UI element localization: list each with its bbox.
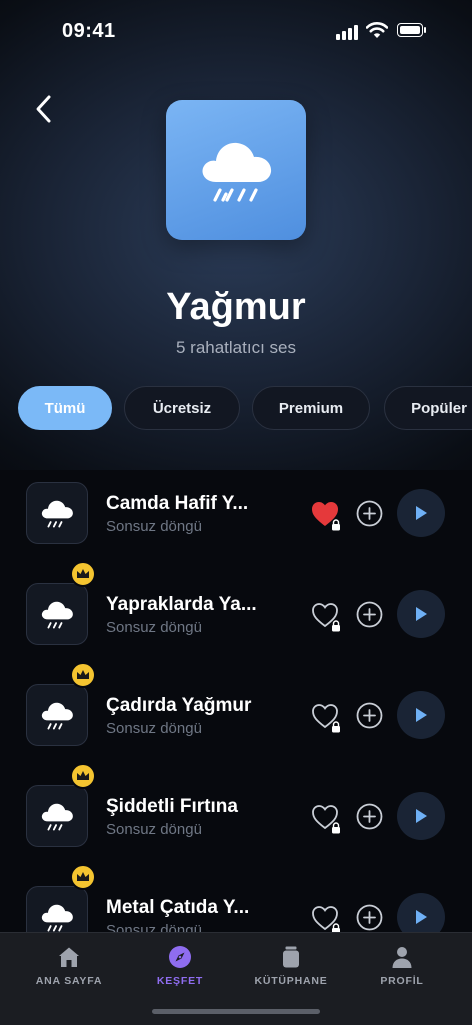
list-item[interactable]: Camda Hafif Y... Sonsuz döngü xyxy=(0,462,472,563)
rain-cloud-icon xyxy=(41,702,73,730)
sound-thumbnail xyxy=(26,785,88,847)
tab-discover[interactable]: KEŞFET xyxy=(130,945,230,995)
sound-subtitle: Sonsuz döngü xyxy=(106,720,202,737)
signal-icon xyxy=(336,24,360,40)
page-title: Yağmur xyxy=(166,286,306,328)
lock-icon xyxy=(332,519,340,531)
rain-cloud-icon xyxy=(41,904,73,932)
lock-icon xyxy=(332,923,340,932)
rain-cloud-icon xyxy=(41,803,73,831)
add-icon[interactable] xyxy=(356,803,383,830)
rain-cloud-icon xyxy=(41,500,73,528)
sound-title: Çadırda Yağmur xyxy=(106,695,252,716)
sound-subtitle: Sonsuz döngü xyxy=(106,922,202,932)
tab-label: KEŞFET xyxy=(156,975,204,987)
play-button[interactable] xyxy=(397,893,445,932)
crown-icon xyxy=(70,864,96,890)
tab-library[interactable]: KÜTÜPHANE xyxy=(241,945,341,995)
play-button[interactable] xyxy=(397,691,445,739)
list-item[interactable]: Yapraklarda Ya... Sonsuz döngü xyxy=(0,561,472,664)
sound-list: Camda Hafif Y... Sonsuz döngü Yapraklard… xyxy=(0,462,472,932)
tab-label: PROFİL xyxy=(380,975,424,987)
play-icon xyxy=(416,910,427,924)
tab-home[interactable]: ANA SAYFA xyxy=(19,945,119,995)
sound-thumbnail xyxy=(26,886,88,932)
rain-cloud-icon xyxy=(202,142,272,202)
add-icon[interactable] xyxy=(356,601,383,628)
add-icon[interactable] xyxy=(356,500,383,527)
play-icon xyxy=(416,506,427,520)
tab-label: ANA SAYFA xyxy=(35,975,103,987)
play-button[interactable] xyxy=(397,590,445,638)
filter-chip-premium[interactable]: Premium xyxy=(252,386,370,430)
profile-icon xyxy=(392,947,412,968)
sound-title: Şiddetli Fırtına xyxy=(106,796,238,817)
lock-icon xyxy=(332,822,340,834)
sound-subtitle: Sonsuz döngü xyxy=(106,619,202,636)
tab-label: KÜTÜPHANE xyxy=(254,975,328,987)
status-bar: 09:41 xyxy=(0,0,472,64)
sound-title: Camda Hafif Y... xyxy=(106,493,249,514)
filter-chip-popular[interactable]: Popüler xyxy=(384,386,472,430)
library-icon xyxy=(283,946,299,968)
list-item[interactable]: Çadırda Yağmur Sonsuz döngü xyxy=(0,662,472,765)
wifi-icon xyxy=(365,21,389,39)
add-icon[interactable] xyxy=(356,904,383,931)
sound-title: Metal Çatıda Y... xyxy=(106,897,250,918)
rain-cloud-icon xyxy=(41,601,73,629)
sound-subtitle: Sonsuz döngü xyxy=(106,518,202,535)
crown-icon xyxy=(70,561,96,587)
sound-thumbnail xyxy=(26,583,88,645)
play-icon xyxy=(416,607,427,621)
sound-thumbnail xyxy=(26,482,88,544)
sound-subtitle: Sonsuz döngü xyxy=(106,821,202,838)
status-time: 09:41 xyxy=(62,20,116,42)
home-icon xyxy=(59,947,79,967)
compass-icon xyxy=(169,946,191,968)
play-button[interactable] xyxy=(397,489,445,537)
list-item[interactable]: Metal Çatıda Y... Sonsuz döngü xyxy=(0,864,472,932)
play-icon xyxy=(416,708,427,722)
list-item[interactable]: Şiddetli Fırtına Sonsuz döngü xyxy=(0,763,472,866)
add-icon[interactable] xyxy=(356,702,383,729)
lock-icon xyxy=(332,721,340,733)
lock-icon xyxy=(332,620,340,632)
page-subtitle: 5 rahatlatıcı ses xyxy=(175,338,296,357)
back-button[interactable] xyxy=(28,92,58,126)
play-icon xyxy=(416,809,427,823)
chevron-left-icon xyxy=(36,95,51,123)
category-artwork xyxy=(166,100,306,240)
crown-icon xyxy=(70,763,96,789)
play-button[interactable] xyxy=(397,792,445,840)
filter-chip-all[interactable]: Tümü xyxy=(18,386,112,430)
crown-icon xyxy=(70,662,96,688)
battery-icon xyxy=(397,23,427,39)
home-indicator[interactable] xyxy=(152,1009,320,1014)
sound-title: Yapraklarda Ya... xyxy=(106,594,257,615)
sound-thumbnail xyxy=(26,684,88,746)
tab-profile[interactable]: PROFİL xyxy=(352,945,452,995)
filter-chip-free[interactable]: Ücretsiz xyxy=(124,386,240,430)
